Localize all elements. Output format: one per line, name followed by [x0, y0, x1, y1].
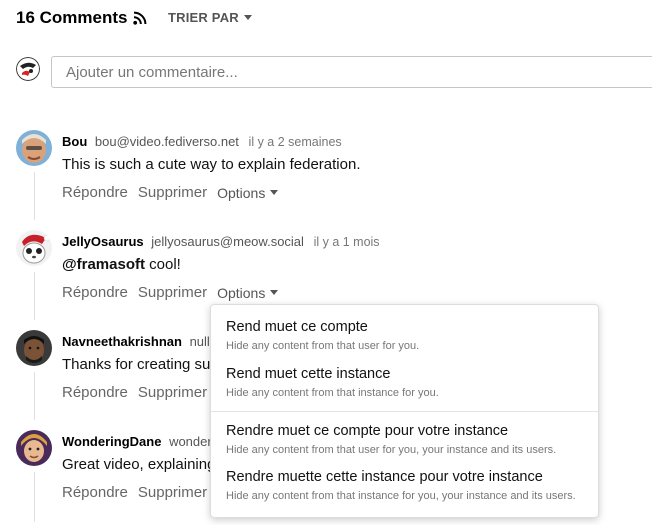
delete-button[interactable]: Supprimer — [138, 184, 207, 201]
comment-actions: Répondre Supprimer Options — [62, 284, 279, 301]
comment-meta: Navneethakrishnan null0x — [62, 334, 224, 349]
reply-button[interactable]: Répondre — [62, 284, 128, 301]
menu-item-description: Hide any content from that instance for … — [226, 387, 439, 399]
menu-item-description: Hide any content from that user for you. — [226, 340, 420, 352]
delete-button[interactable]: Supprimer — [138, 384, 207, 401]
avatar[interactable] — [16, 130, 52, 166]
comment-text: This is such a cute way to explain feder… — [62, 156, 361, 173]
menu-item-mute-instance-instance-wide[interactable]: Rendre muette cette instance pour votre … — [226, 469, 588, 502]
comment-meta: JellyOsaurus jellyosaurus@meow.social il… — [62, 234, 380, 249]
comment-body: cool! — [144, 256, 181, 273]
comment-author-handle[interactable]: jellyosaurus@meow.social — [151, 234, 304, 249]
sort-label: TRIER PAR — [168, 10, 239, 25]
options-button[interactable]: Options — [217, 184, 279, 201]
menu-divider — [211, 411, 598, 412]
reply-button[interactable]: Répondre — [62, 484, 128, 501]
menu-item-mute-instance[interactable]: Rend muet cette instance Hide any conten… — [226, 366, 588, 399]
chevron-down-icon — [243, 15, 252, 20]
delete-button[interactable]: Supprimer — [138, 284, 207, 301]
add-comment-input[interactable] — [51, 56, 652, 88]
comment-body: Thanks for creating such — [62, 356, 227, 373]
menu-item-mute-account-instance-wide[interactable]: Rendre muet ce compte pour votre instanc… — [226, 423, 588, 456]
comment-author-name[interactable]: JellyOsaurus — [62, 234, 144, 249]
comments-count-title: 16 Comments — [16, 8, 128, 27]
thread-line — [34, 372, 35, 420]
comment-body: Great video, explaining h — [62, 456, 228, 473]
thread-line — [34, 172, 35, 220]
menu-item-title: Rendre muet ce compte pour votre instanc… — [226, 423, 509, 439]
menu-item-title: Rend muet cette instance — [226, 366, 391, 382]
chevron-down-icon — [270, 290, 279, 295]
comments-header: 16 Comments — [16, 6, 147, 30]
comment-actions: Répondre Supprimer — [62, 484, 217, 501]
menu-item-title: Rendre muette cette instance pour votre … — [226, 469, 543, 485]
avatar[interactable] — [16, 330, 52, 366]
current-user-avatar — [16, 57, 40, 81]
options-label: Options — [217, 284, 266, 301]
rss-feed-icon[interactable] — [133, 11, 147, 25]
options-label: Options — [217, 184, 266, 201]
thread-line — [34, 472, 35, 522]
chevron-down-icon — [270, 190, 279, 195]
comment-actions: Répondre Supprimer Options — [62, 184, 279, 201]
options-button[interactable]: Options — [217, 284, 279, 301]
reply-button[interactable]: Répondre — [62, 184, 128, 201]
reply-button[interactable]: Répondre — [62, 384, 128, 401]
comment-timestamp[interactable]: il y a 2 semaines — [249, 135, 342, 149]
thread-line — [34, 272, 35, 320]
mention-link[interactable]: @framasoft — [62, 256, 145, 273]
comment-text: @framasoft cool! — [62, 256, 181, 273]
delete-button[interactable]: Supprimer — [138, 484, 207, 501]
comment-meta: Bou bou@video.fediverso.net il y a 2 sem… — [62, 134, 342, 149]
comment-text: Great video, explaining h — [62, 456, 228, 473]
comment-timestamp[interactable]: il y a 1 mois — [314, 235, 380, 249]
comment-meta: WonderingDane wonderin — [62, 434, 222, 449]
menu-item-description: Hide any content from that instance for … — [226, 490, 576, 502]
comment-body: This is such a cute way to explain feder… — [62, 156, 361, 173]
sort-dropdown[interactable]: TRIER PAR — [168, 10, 252, 25]
comment-text: Thanks for creating such — [62, 356, 226, 373]
comment-author-name[interactable]: Navneethakrishnan — [62, 334, 182, 349]
comment-author-name[interactable]: WonderingDane — [62, 434, 161, 449]
menu-item-title: Rend muet ce compte — [226, 319, 368, 335]
comment-author-name[interactable]: Bou — [62, 134, 87, 149]
comment-actions: Répondre Supprimer — [62, 384, 217, 401]
menu-item-mute-account[interactable]: Rend muet ce compte Hide any content fro… — [226, 319, 588, 352]
comment-author-handle[interactable]: bou@video.fediverso.net — [95, 134, 239, 149]
avatar[interactable] — [16, 230, 52, 266]
options-dropdown-menu: Rend muet ce compte Hide any content fro… — [210, 304, 599, 518]
avatar[interactable] — [16, 430, 52, 466]
comment-thread: Bou bou@video.fediverso.net il y a 2 sem… — [16, 130, 652, 220]
menu-item-description: Hide any content from that user for you,… — [226, 444, 557, 456]
